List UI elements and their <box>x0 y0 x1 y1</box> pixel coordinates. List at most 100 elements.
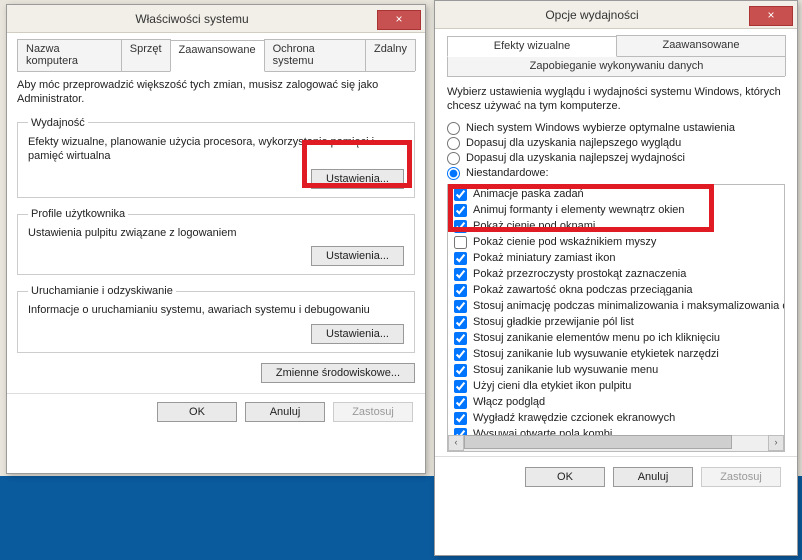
scroll-left-icon[interactable]: ‹ <box>448 435 464 451</box>
cancel-button[interactable]: Anuluj <box>245 402 325 422</box>
radio-input[interactable] <box>447 152 460 165</box>
tabs: Nazwa komputeraSprzętZaawansowaneOchrona… <box>17 39 415 72</box>
dialog-footer: OK Anuluj Zastosuj <box>7 393 425 430</box>
radio-option[interactable]: Niech system Windows wybierze optymalne … <box>447 122 785 135</box>
radio-group: Niech system Windows wybierze optymalne … <box>447 122 785 180</box>
tab-zaawansowane[interactable]: Zaawansowane <box>170 40 265 72</box>
effect-checkbox[interactable] <box>454 396 467 409</box>
effect-item[interactable]: Animacje paska zadań <box>452 187 784 203</box>
effect-item[interactable]: Stosuj animację podczas minimalizowania … <box>452 299 784 315</box>
close-icon[interactable]: × <box>749 6 793 26</box>
titlebar[interactable]: Opcje wydajności × <box>435 1 797 29</box>
effect-label: Pokaż przezroczysty prostokąt zaznaczeni… <box>473 268 686 280</box>
tab-dep[interactable]: Zapobieganie wykonywaniu danych <box>447 56 786 76</box>
tab-zdalny[interactable]: Zdalny <box>365 39 416 71</box>
admin-note: Aby móc przeprowadzić większość tych zmi… <box>17 78 415 107</box>
effect-checkbox[interactable] <box>454 316 467 329</box>
effect-checkbox[interactable] <box>454 220 467 233</box>
ok-button[interactable]: OK <box>525 467 605 487</box>
effect-label: Użyj cieni dla etykiet ikon pulpitu <box>473 380 631 392</box>
effect-checkbox[interactable] <box>454 236 467 249</box>
effect-label: Stosuj animację podczas minimalizowania … <box>473 300 785 312</box>
effect-item[interactable]: Wygładź krawędzie czcionek ekranowych <box>452 411 784 427</box>
effect-item[interactable]: Użyj cieni dla etykiet ikon pulpitu <box>452 379 784 395</box>
radio-input[interactable] <box>447 167 460 180</box>
effect-label: Wygładź krawędzie czcionek ekranowych <box>473 412 675 424</box>
effect-checkbox[interactable] <box>454 300 467 313</box>
effect-item[interactable]: Pokaż miniatury zamiast ikon <box>452 251 784 267</box>
effect-checkbox[interactable] <box>454 204 467 217</box>
effect-label: Animuj formanty i elementy wewnątrz okie… <box>473 204 685 216</box>
group-legend: Wydajność <box>28 117 88 129</box>
effect-item[interactable]: Włącz podgląd <box>452 395 784 411</box>
effect-checkbox[interactable] <box>454 284 467 297</box>
scroll-right-icon[interactable]: › <box>768 435 784 451</box>
effect-label: Pokaż miniatury zamiast ikon <box>473 252 615 264</box>
effect-item[interactable]: Animuj formanty i elementy wewnątrz okie… <box>452 203 784 219</box>
effect-item[interactable]: Stosuj zanikanie elementów menu po ich k… <box>452 331 784 347</box>
tabs: Zapobieganie wykonywaniu danych Efekty w… <box>447 35 785 77</box>
effect-item[interactable]: Pokaż cienie pod oknami <box>452 219 784 235</box>
radio-label: Dopasuj dla uzyskania najlepszego wygląd… <box>466 137 681 149</box>
effect-item[interactable]: Pokaż cienie pod wskaźnikiem myszy <box>452 235 784 251</box>
startup-settings-button[interactable]: Ustawienia... <box>311 324 404 344</box>
effect-item[interactable]: Stosuj zanikanie lub wysuwanie menu <box>452 363 784 379</box>
tab-nazwa-komputera[interactable]: Nazwa komputera <box>17 39 122 71</box>
effect-label: Animacje paska zadań <box>473 188 584 200</box>
scroll-thumb[interactable] <box>464 435 732 449</box>
effect-label: Pokaż zawartość okna podczas przeciągani… <box>473 284 693 296</box>
radio-input[interactable] <box>447 137 460 150</box>
apply-button[interactable]: Zastosuj <box>701 467 781 487</box>
window-title: Opcje wydajności <box>435 8 749 22</box>
ok-button[interactable]: OK <box>157 402 237 422</box>
group-legend: Uruchamianie i odzyskiwanie <box>28 285 176 297</box>
env-vars-button[interactable]: Zmienne środowiskowe... <box>261 363 415 383</box>
effects-list[interactable]: Animacje paska zadań Animuj formanty i el… <box>447 184 785 452</box>
effect-checkbox[interactable] <box>454 364 467 377</box>
apply-button[interactable]: Zastosuj <box>333 402 413 422</box>
radio-label: Niestandardowe: <box>466 167 549 179</box>
effect-label: Pokaż cienie pod wskaźnikiem myszy <box>473 236 656 248</box>
effect-checkbox[interactable] <box>454 188 467 201</box>
effect-item[interactable]: Stosuj zanikanie lub wysuwanie etykietek… <box>452 347 784 363</box>
effect-checkbox[interactable] <box>454 252 467 265</box>
effect-checkbox[interactable] <box>454 268 467 281</box>
scrollbar-horizontal[interactable]: ‹ › <box>448 435 784 451</box>
effect-checkbox[interactable] <box>454 332 467 345</box>
radio-option[interactable]: Dopasuj dla uzyskania najlepszego wygląd… <box>447 137 785 150</box>
window-body: Nazwa komputeraSprzętZaawansowaneOchrona… <box>7 33 425 393</box>
effect-checkbox[interactable] <box>454 412 467 425</box>
cancel-button[interactable]: Anuluj <box>613 467 693 487</box>
tab-zaawansowane[interactable]: Zaawansowane <box>616 35 786 56</box>
effect-label: Stosuj zanikanie lub wysuwanie etykietek… <box>473 348 719 360</box>
profiles-settings-button[interactable]: Ustawienia... <box>311 246 404 266</box>
effect-item[interactable]: Pokaż przezroczysty prostokąt zaznaczeni… <box>452 267 784 283</box>
radio-option[interactable]: Dopasuj dla uzyskania najlepszej wydajno… <box>447 152 785 165</box>
group-text: Informacje o uruchamianiu systemu, awari… <box>28 303 404 317</box>
titlebar[interactable]: Właściwości systemu × <box>7 5 425 33</box>
window-title: Właściwości systemu <box>7 12 377 26</box>
effect-label: Pokaż cienie pod oknami <box>473 220 595 232</box>
intro-text: Wybierz ustawienia wyglądu i wydajności … <box>447 85 785 114</box>
group-text: Efekty wizualne, planowanie użycia proce… <box>28 135 404 164</box>
radio-option[interactable]: Niestandardowe: <box>447 167 785 180</box>
performance-group: Wydajność Efekty wizualne, planowanie uż… <box>17 117 415 199</box>
effect-checkbox[interactable] <box>454 348 467 361</box>
effect-checkbox[interactable] <box>454 380 467 393</box>
tab-sprzęt[interactable]: Sprzęt <box>121 39 171 71</box>
radio-input[interactable] <box>447 122 460 135</box>
system-properties-window: Właściwości systemu × Nazwa komputeraSpr… <box>6 4 426 474</box>
effect-item[interactable]: Stosuj gładkie przewijanie pól list <box>452 315 784 331</box>
tab-ochrona-systemu[interactable]: Ochrona systemu <box>264 39 366 71</box>
effect-item[interactable]: Pokaż zawartość okna podczas przeciągani… <box>452 283 784 299</box>
group-legend: Profile użytkownika <box>28 208 128 220</box>
radio-label: Niech system Windows wybierze optymalne … <box>466 122 735 134</box>
performance-settings-button[interactable]: Ustawienia... <box>311 169 404 189</box>
tab-efekty-wizualne[interactable]: Efekty wizualne <box>447 36 617 57</box>
radio-label: Dopasuj dla uzyskania najlepszej wydajno… <box>466 152 685 164</box>
group-text: Ustawienia pulpitu związane z logowaniem <box>28 226 404 240</box>
effect-label: Stosuj zanikanie lub wysuwanie menu <box>473 364 658 376</box>
dialog-footer: OK Anuluj Zastosuj <box>435 456 797 497</box>
close-icon[interactable]: × <box>377 10 421 30</box>
startup-group: Uruchamianie i odzyskiwanie Informacje o… <box>17 285 415 352</box>
